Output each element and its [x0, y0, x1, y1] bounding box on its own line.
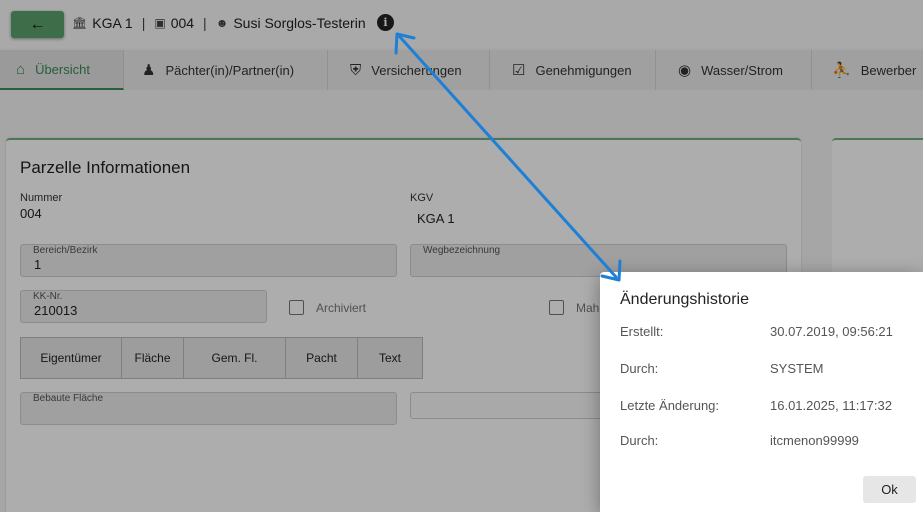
ok-button[interactable]: Ok	[863, 476, 916, 503]
created-by-value: SYSTEM	[770, 361, 824, 376]
dialog-title: Änderungshistorie	[620, 291, 749, 308]
created-by-label: Durch:	[620, 361, 659, 376]
change-history-dialog: Änderungshistorie Erstellt: 30.07.2019, …	[600, 272, 923, 512]
created-value: 30.07.2019, 09:56:21	[770, 324, 893, 339]
changed-by-value: itcmenon99999	[770, 433, 859, 448]
last-change-value: 16.01.2025, 11:17:32	[770, 398, 892, 413]
created-label: Erstellt:	[620, 324, 664, 339]
last-change-label: Letzte Änderung:	[620, 398, 720, 413]
changed-by-label: Durch:	[620, 433, 659, 448]
